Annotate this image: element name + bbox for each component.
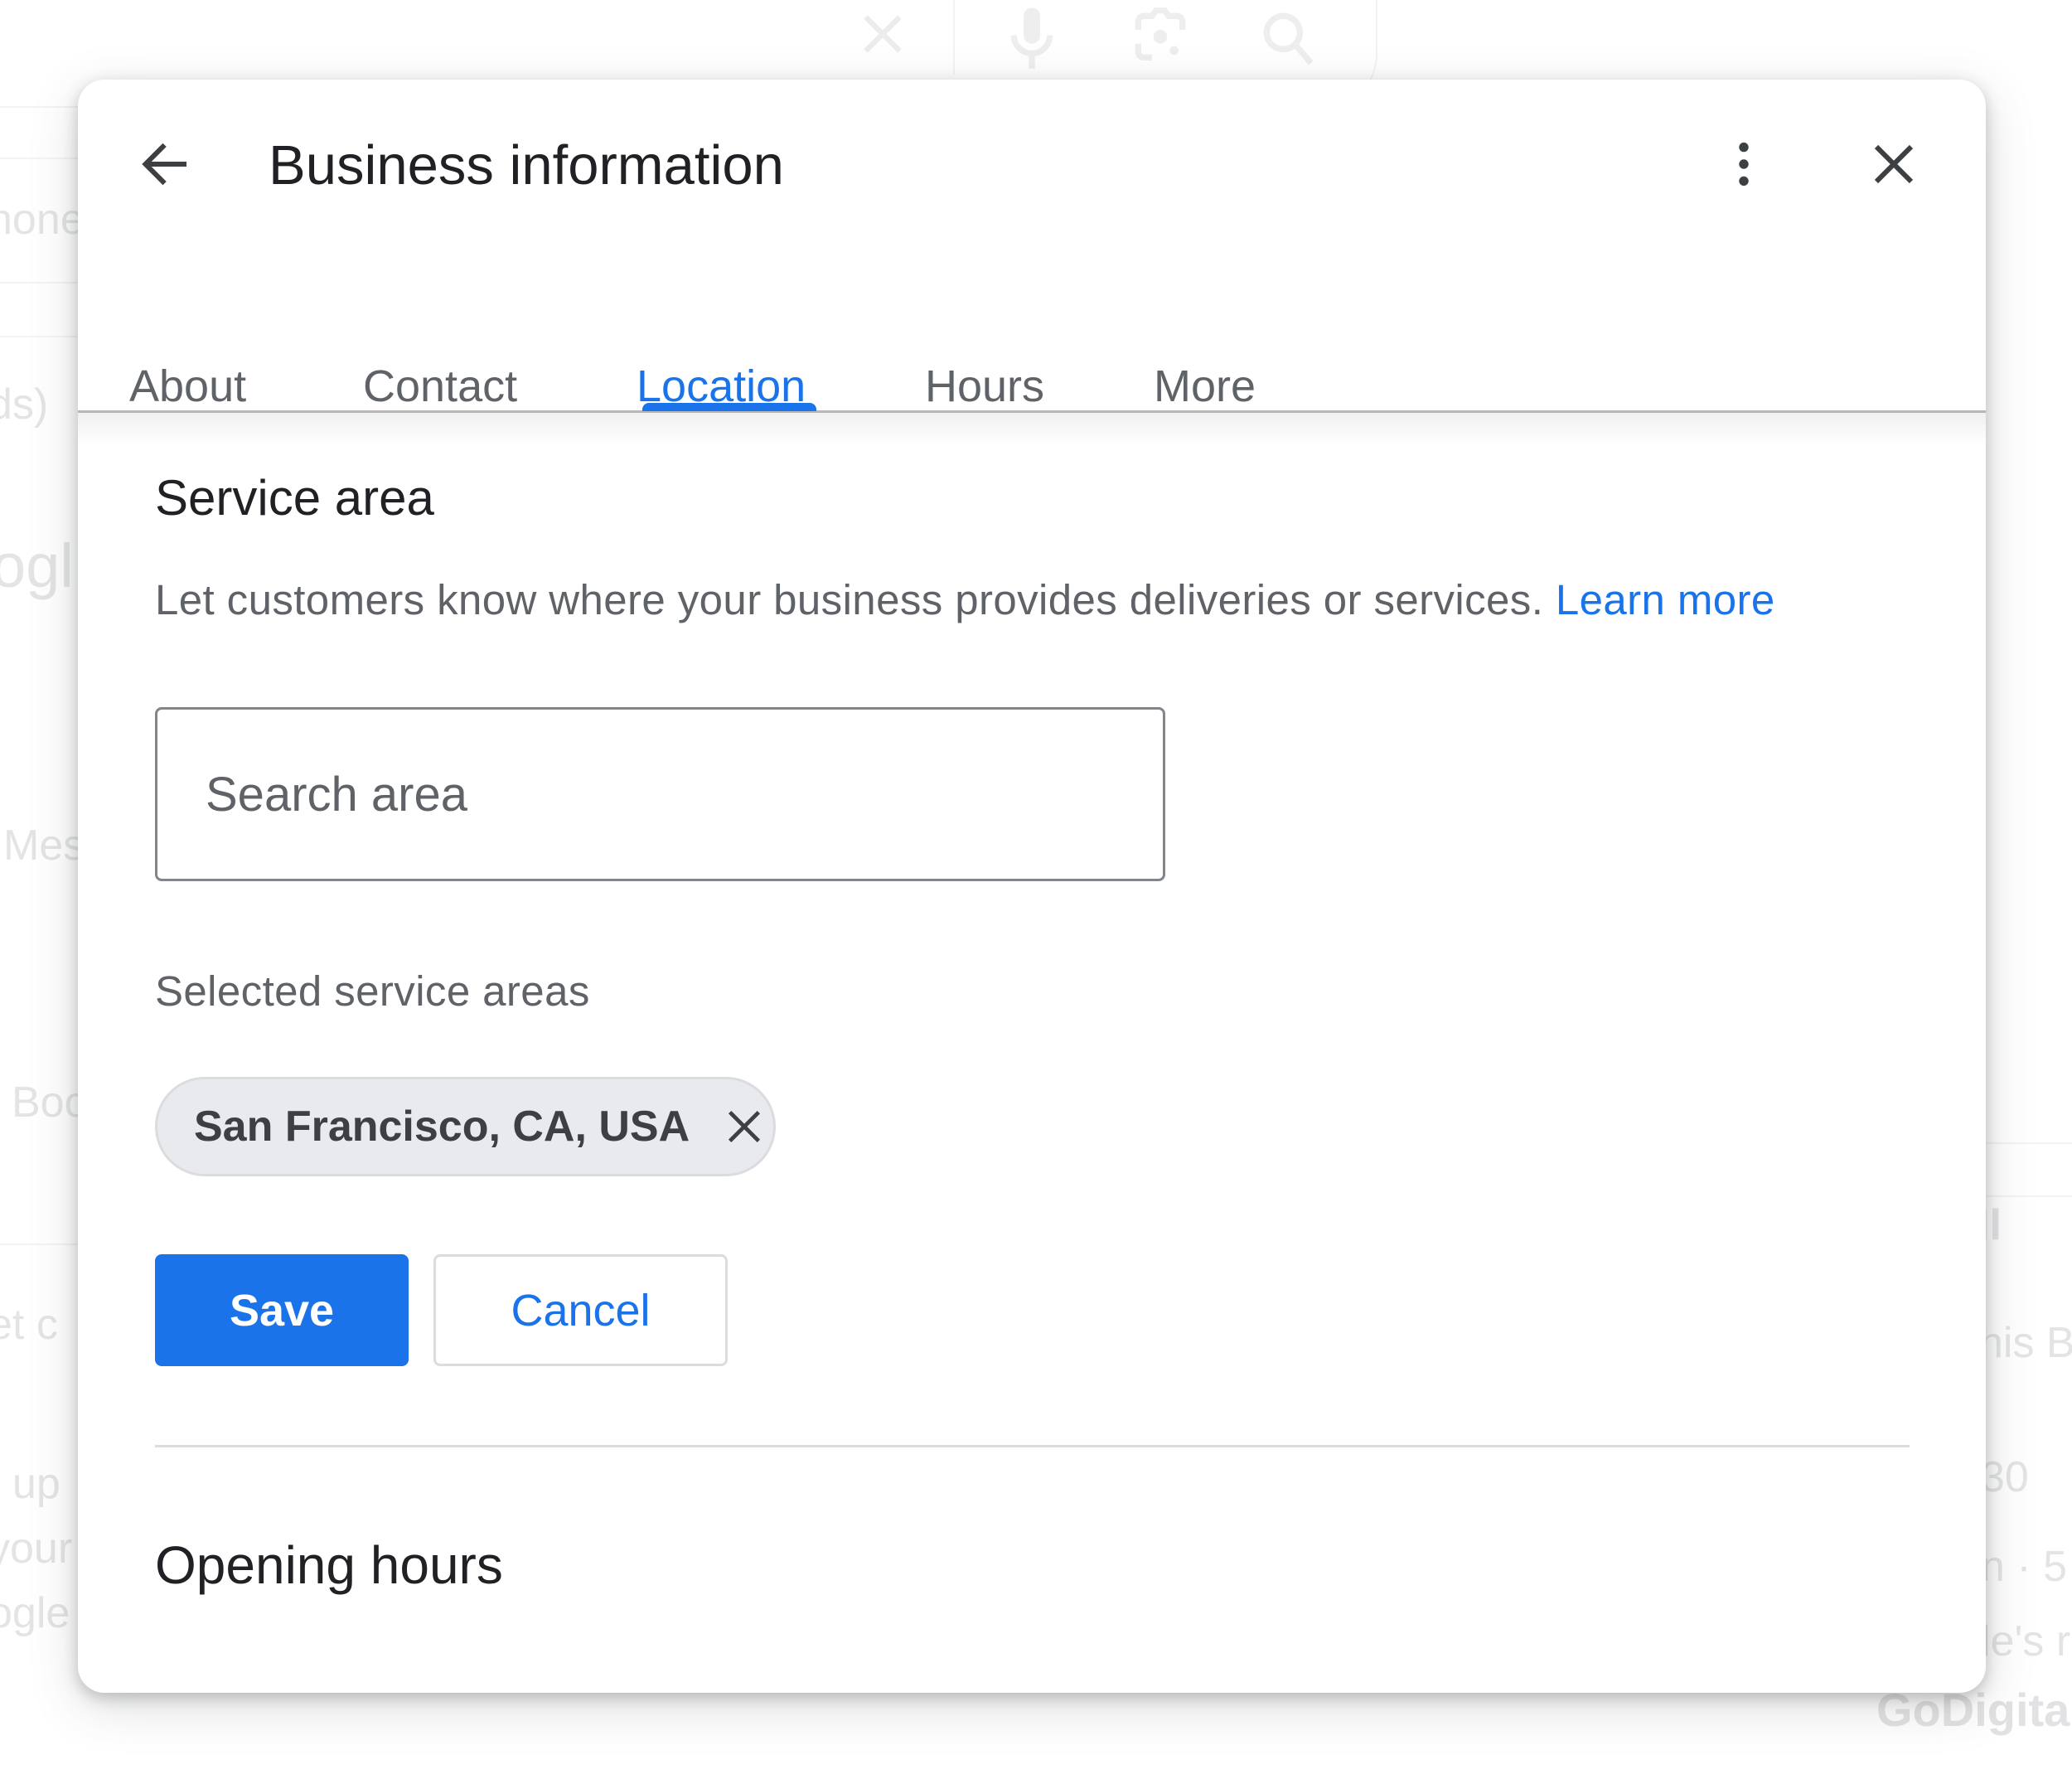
learn-more-link[interactable]: Learn more [1556,576,1775,623]
microphone-icon [999,5,1065,75]
background-text: le's r [1981,1617,2070,1666]
background-divider [0,1243,78,1245]
description-text: Let customers know where your business p… [155,576,1543,623]
lens-camera-icon [1127,5,1193,75]
selected-service-areas-label: Selected service areas [155,967,590,1016]
more-options-button[interactable] [1704,126,1784,206]
background-text: ds) [0,380,48,429]
dialog-header: Business information About Contact Locat… [78,80,1986,411]
close-icon [723,1105,766,1148]
tab-about[interactable]: About [129,361,246,411]
close-icon [854,5,912,67]
background-divider [953,0,955,75]
close-icon [1864,134,1924,198]
tab-hours[interactable]: Hours [925,361,1044,411]
tab-more[interactable]: More [1154,361,1256,411]
background-text: ogl [0,531,74,601]
tab-bar-shadow [78,413,1986,446]
more-vert-icon [1714,134,1774,198]
service-area-heading: Service area [155,469,434,526]
background-divider [0,336,78,337]
background-text: his B [1979,1318,2072,1368]
tab-contact[interactable]: Contact [363,361,517,411]
background-divider [0,158,78,159]
background-text: your [0,1524,72,1573]
remove-chip-button[interactable] [719,1102,769,1151]
background-text: 30 [1981,1452,2029,1502]
opening-hours-heading: Opening hours [155,1534,503,1596]
close-dialog-button[interactable] [1854,126,1934,206]
search-area-field [155,707,1165,881]
save-button[interactable]: Save [155,1254,409,1366]
search-icon [1256,5,1322,75]
background-text: t up [0,1459,61,1509]
service-area-description: Let customers know where your business p… [155,575,1775,624]
cancel-button[interactable]: Cancel [433,1254,728,1366]
background-divider [0,282,78,284]
arrow-back-icon [134,134,194,198]
background-divider [1986,1195,2072,1197]
dialog-title: Business information [269,126,784,206]
background-text: n · 5 [1981,1542,2067,1592]
search-area-input[interactable] [157,710,1163,879]
background-text: Mes [3,821,85,870]
service-area-chip: San Francisco, CA, USA [155,1077,776,1176]
background-text: ogle [0,1588,70,1638]
back-button[interactable] [124,126,204,206]
section-divider [155,1445,1910,1447]
active-tab-indicator [642,403,816,411]
business-information-dialog: Business information About Contact Locat… [78,80,1986,1693]
background-divider [1986,1142,2072,1144]
chip-label: San Francisco, CA, USA [194,1102,690,1151]
background-text: Boo [12,1078,89,1127]
background-text: hone [0,195,85,245]
background-text: et c [0,1300,58,1350]
